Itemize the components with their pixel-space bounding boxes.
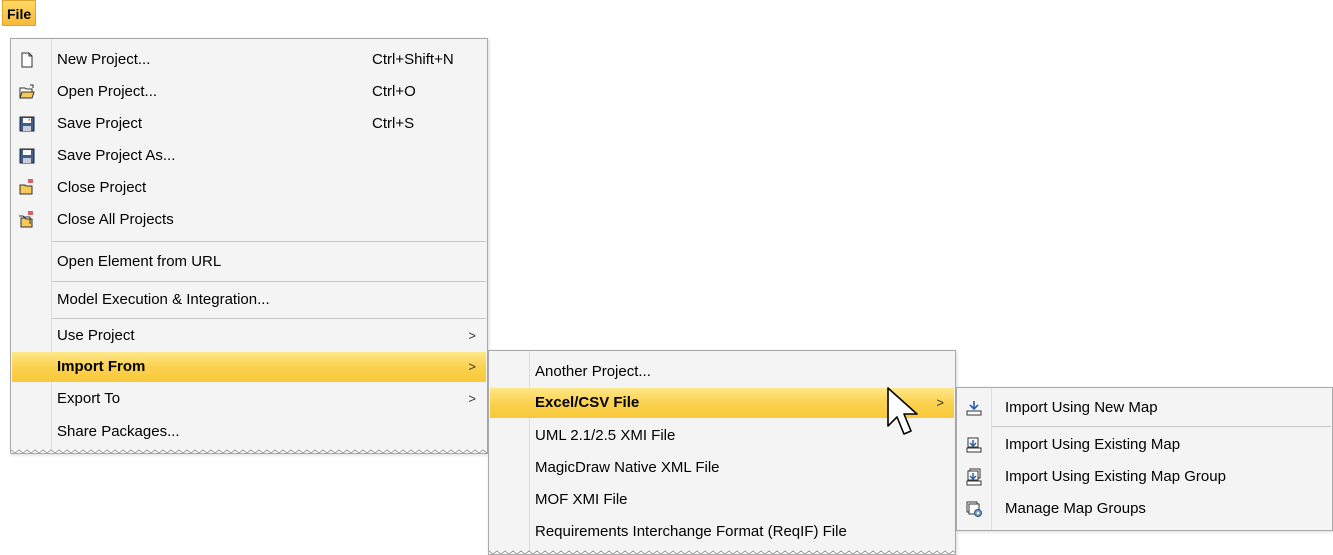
separator (52, 241, 486, 242)
mof-xmi-file-label: MOF XMI File (535, 491, 628, 508)
use-project-item[interactable]: Use Project > (12, 321, 486, 351)
magicdraw-xml-file-label: MagicDraw Native XML File (535, 459, 720, 476)
separator (52, 281, 486, 282)
share-packages-item[interactable]: Share Packages... (12, 417, 486, 447)
open-folder-icon (19, 84, 35, 99)
file-menu-button[interactable]: File (2, 0, 37, 26)
another-project-label: Another Project... (535, 363, 651, 380)
menu-cut-edge (489, 550, 955, 554)
magicdraw-xml-file-item[interactable]: MagicDraw Native XML File (490, 453, 954, 483)
chevron-right-icon: > (936, 395, 944, 410)
import-existing-map-icon (966, 437, 982, 453)
export-to-label: Export To (57, 390, 121, 407)
manage-map-groups-item[interactable]: Manage Map Groups (958, 494, 1331, 524)
close-all-projects-label: Close All Projects (57, 211, 174, 228)
open-element-from-url-label: Open Element from URL (57, 253, 222, 270)
export-to-item[interactable]: Export To > (12, 384, 486, 414)
close-project-item[interactable]: Close Project (12, 173, 486, 203)
save-project-as-item[interactable]: Save Project As... (12, 141, 486, 171)
chevron-right-icon: > (468, 359, 476, 374)
import-from-submenu: Another Project... Excel/CSV File > UML … (488, 350, 956, 555)
excel-csv-submenu: Import Using New Map Import Using Existi… (956, 387, 1333, 531)
model-execution-item[interactable]: Model Execution & Integration... (12, 285, 486, 315)
open-element-from-url-item[interactable]: Open Element from URL (12, 247, 486, 277)
menu-cut-edge (11, 449, 487, 453)
open-project-shortcut: Ctrl+O (372, 83, 416, 100)
save-as-icon (19, 148, 35, 164)
save-project-item[interactable]: * Save Project Ctrl+S (12, 109, 486, 139)
import-from-label: Import From (57, 358, 146, 375)
mof-xmi-file-item[interactable]: MOF XMI File (490, 485, 954, 515)
save-project-as-label: Save Project As... (57, 147, 176, 164)
import-map-group-icon (966, 468, 982, 486)
new-project-shortcut: Ctrl+Shift+N (372, 51, 454, 68)
file-menu: New Project... Ctrl+Shift+N Open Project… (10, 38, 488, 454)
save-project-label: Save Project (57, 115, 143, 132)
import-using-new-map-item[interactable]: Import Using New Map (958, 393, 1331, 423)
import-using-existing-map-group-item[interactable]: Import Using Existing Map Group (958, 462, 1331, 492)
import-using-existing-map-item[interactable]: Import Using Existing Map (958, 430, 1331, 460)
separator (992, 426, 1331, 427)
close-all-projects-item[interactable]: Close All Projects (12, 205, 486, 235)
import-new-map-icon (966, 401, 982, 416)
share-packages-label: Share Packages... (57, 423, 180, 440)
reqif-file-label: Requirements Interchange Format (ReqIF) … (535, 523, 847, 540)
separator (52, 318, 486, 319)
new-file-icon (21, 52, 33, 68)
new-project-item[interactable]: New Project... Ctrl+Shift+N (12, 45, 486, 75)
open-project-item[interactable]: Open Project... Ctrl+O (12, 77, 486, 107)
chevron-right-icon: > (468, 391, 476, 406)
import-using-new-map-label: Import Using New Map (1005, 399, 1158, 416)
chevron-right-icon: > (468, 328, 476, 343)
another-project-item[interactable]: Another Project... (490, 357, 954, 387)
use-project-label: Use Project (57, 327, 135, 344)
excel-csv-file-label: Excel/CSV File (535, 394, 640, 411)
reqif-file-item[interactable]: Requirements Interchange Format (ReqIF) … (490, 517, 954, 547)
save-project-shortcut: Ctrl+S (372, 115, 415, 132)
new-project-label: New Project... (57, 51, 151, 68)
manage-map-groups-label: Manage Map Groups (1005, 500, 1146, 517)
import-from-item[interactable]: Import From > (12, 352, 486, 382)
manage-map-groups-icon (966, 501, 982, 517)
close-project-icon (19, 179, 33, 195)
close-project-label: Close Project (57, 179, 147, 196)
uml-xmi-file-label: UML 2.1/2.5 XMI File (535, 427, 676, 444)
open-project-label: Open Project... (57, 83, 158, 100)
model-execution-label: Model Execution & Integration... (57, 291, 270, 308)
save-icon: * (19, 116, 35, 132)
mouse-pointer-icon (887, 387, 918, 435)
close-all-projects-icon (19, 211, 33, 228)
import-using-existing-map-label: Import Using Existing Map (1005, 436, 1181, 453)
import-using-existing-map-group-label: Import Using Existing Map Group (1005, 468, 1226, 485)
